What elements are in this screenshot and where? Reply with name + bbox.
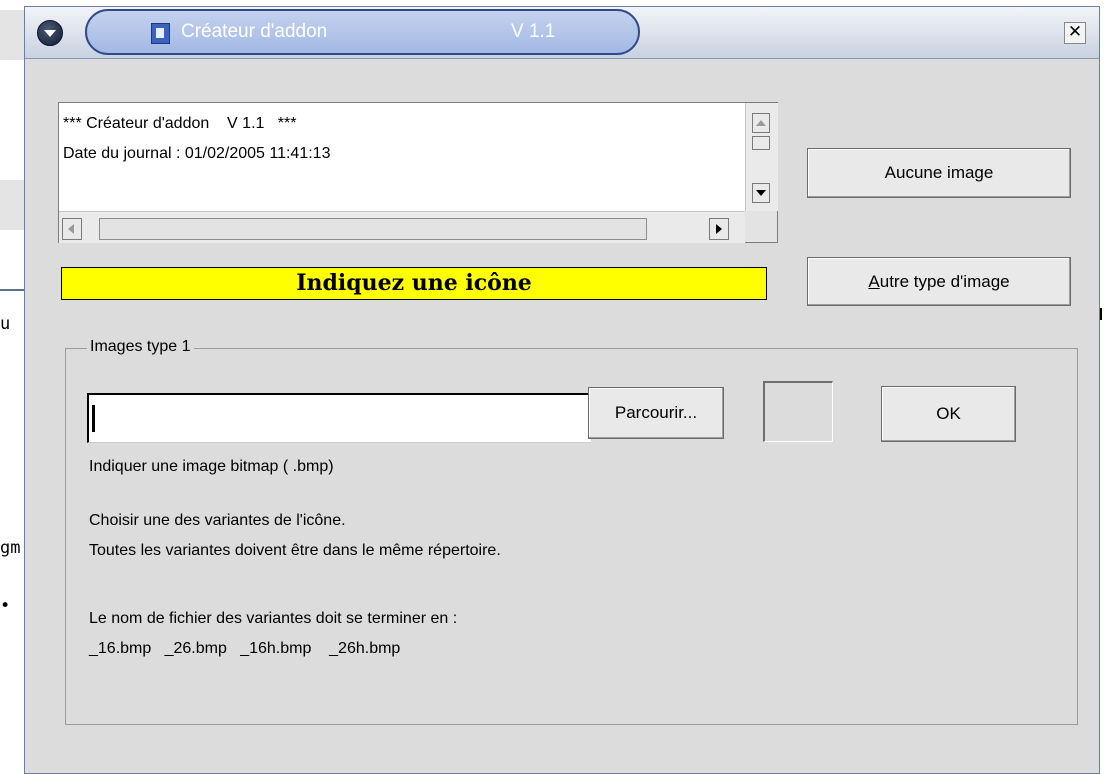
window-menu-button[interactable] bbox=[37, 20, 63, 46]
browse-label: Parcourir... bbox=[614, 403, 698, 422]
bitmap-hint: Indiquer une image bitmap ( .bmp) bbox=[89, 458, 334, 475]
background-divider bbox=[0, 289, 26, 291]
no-image-button[interactable]: Aucune image bbox=[807, 148, 1071, 198]
scroll-left-button[interactable] bbox=[62, 218, 82, 240]
arrow-right-icon bbox=[716, 224, 722, 234]
arrow-down-icon bbox=[756, 190, 766, 196]
suffix-intro: Le nom de fichier des variantes doit se … bbox=[89, 610, 458, 627]
close-icon: ✕ bbox=[1067, 22, 1083, 42]
arrow-up-icon bbox=[756, 120, 766, 126]
scroll-up-button[interactable] bbox=[752, 113, 770, 133]
log-textarea[interactable]: *** Créateur d'addon V 1.1 *** Date du j… bbox=[58, 102, 778, 243]
status-message: Indiquez une icône bbox=[61, 267, 767, 300]
vertical-scroll-thumb[interactable] bbox=[752, 136, 770, 150]
ok-label: OK bbox=[936, 404, 961, 423]
background-window-button bbox=[0, 10, 27, 60]
mnemonic-letter: A bbox=[868, 271, 880, 291]
other-image-type-button[interactable]: Autre type d'image bbox=[807, 257, 1071, 306]
other-image-type-label: Autre type d'image bbox=[868, 272, 1009, 292]
icon-preview bbox=[763, 381, 833, 442]
title-pill: Créateur d'addon V 1.1 bbox=[85, 9, 640, 55]
close-button[interactable]: ✕ bbox=[1064, 22, 1086, 44]
background-window-button bbox=[0, 180, 27, 230]
text-caret bbox=[92, 405, 95, 432]
image-path-input[interactable] bbox=[87, 393, 591, 443]
background-divider bbox=[1100, 308, 1102, 320]
browse-button[interactable]: Parcourir... bbox=[588, 387, 724, 439]
horizontal-scroll-thumb[interactable] bbox=[99, 218, 647, 240]
horizontal-scrollbar[interactable] bbox=[59, 211, 745, 243]
scroll-right-button[interactable] bbox=[709, 218, 729, 240]
arrow-left-icon bbox=[68, 224, 74, 234]
vertical-scrollbar[interactable] bbox=[745, 103, 778, 211]
background-text: u bbox=[0, 314, 11, 334]
instruction-line: Choisir une des variantes de l'icône. bbox=[89, 512, 346, 529]
log-line: *** Créateur d'addon V 1.1 *** bbox=[63, 115, 297, 132]
document-icon bbox=[151, 23, 170, 44]
suffix-list: _16.bmp _26.bmp _16h.bmp _26h.bmp bbox=[89, 640, 401, 657]
group-title: Images type 1 bbox=[87, 338, 194, 356]
instruction-line: Toutes les variantes doivent être dans l… bbox=[89, 542, 501, 559]
background-text: gm bbox=[0, 538, 21, 558]
scroll-down-button[interactable] bbox=[752, 183, 770, 203]
addon-creator-dialog: Créateur d'addon V 1.1 ✕ *** Créateur d'… bbox=[24, 6, 1100, 774]
window-version: V 1.1 bbox=[511, 21, 556, 42]
label-rest: utre type d'image bbox=[879, 271, 1010, 291]
ok-button[interactable]: OK bbox=[881, 386, 1016, 442]
title-bar[interactable]: Créateur d'addon V 1.1 ✕ bbox=[25, 7, 1099, 59]
background-text: • bbox=[0, 596, 11, 616]
log-line: Date du journal : 01/02/2005 11:41:13 bbox=[63, 145, 331, 162]
desktop-background-right bbox=[1100, 0, 1113, 774]
scrollbar-corner bbox=[745, 211, 777, 242]
no-image-label: Aucune image bbox=[884, 163, 994, 182]
window-title: Créateur d'addon bbox=[181, 21, 328, 42]
